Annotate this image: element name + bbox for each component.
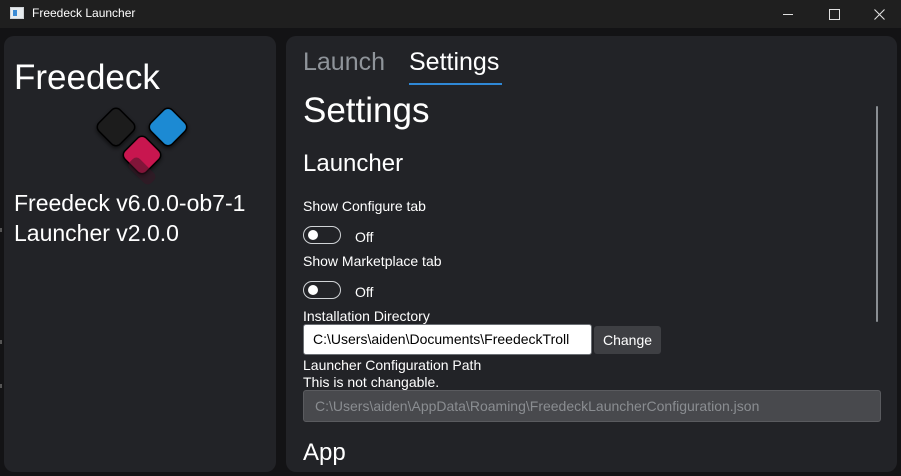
launcher-section-heading: Launcher bbox=[303, 150, 404, 177]
install-dir-label: Installation Directory bbox=[303, 308, 430, 324]
edge-mark bbox=[0, 340, 2, 344]
close-button[interactable] bbox=[857, 0, 901, 28]
page-title: Settings bbox=[303, 91, 430, 130]
maximize-icon bbox=[828, 8, 840, 20]
freedeck-version: Freedeck v6.0.0-ob7-1 bbox=[14, 190, 246, 216]
show-configure-label: Show Configure tab bbox=[303, 198, 426, 214]
show-configure-state: Off bbox=[355, 229, 374, 245]
toggle-knob bbox=[308, 285, 318, 295]
minimize-button[interactable] bbox=[765, 0, 811, 28]
active-tab-indicator bbox=[409, 83, 502, 85]
sidebar-panel: Freedeck Freedeck v6.0.0-ob7-1 Launcher … bbox=[4, 36, 276, 472]
freedeck-logo bbox=[96, 107, 188, 185]
tab-settings[interactable]: Settings bbox=[409, 48, 499, 77]
window-title: Freedeck Launcher bbox=[32, 6, 136, 20]
scrollbar[interactable] bbox=[876, 106, 878, 322]
close-icon bbox=[873, 8, 885, 20]
app-icon bbox=[10, 7, 24, 19]
config-path-note: This is not changable. bbox=[303, 374, 440, 390]
show-marketplace-toggle[interactable] bbox=[303, 281, 341, 299]
change-dir-button[interactable]: Change bbox=[594, 326, 661, 354]
toggle-knob bbox=[308, 230, 318, 240]
main-panel: Launch Settings Settings Launcher Show C… bbox=[286, 36, 897, 472]
app-section-heading: App bbox=[303, 439, 346, 466]
edge-mark bbox=[0, 228, 2, 232]
install-dir-input[interactable]: C:\Users\aiden\Documents\FreedeckTroll bbox=[303, 324, 592, 355]
show-marketplace-state: Off bbox=[355, 284, 374, 300]
config-path-field: C:\Users\aiden\AppData\Roaming\FreedeckL… bbox=[303, 390, 881, 422]
launcher-version: Launcher v2.0.0 bbox=[14, 220, 179, 246]
config-path-label: Launcher Configuration Path bbox=[303, 357, 482, 373]
title-bar[interactable]: Freedeck Launcher bbox=[0, 0, 901, 28]
show-configure-toggle[interactable] bbox=[303, 226, 341, 244]
maximize-button[interactable] bbox=[811, 0, 857, 28]
brand-title: Freedeck bbox=[14, 58, 160, 97]
show-marketplace-label: Show Marketplace tab bbox=[303, 253, 442, 269]
minimize-icon bbox=[783, 13, 793, 15]
launcher-window: Freedeck Launcher Freedeck Freedeck v6.0… bbox=[0, 0, 901, 476]
edge-mark bbox=[0, 384, 2, 388]
tab-launch[interactable]: Launch bbox=[303, 48, 385, 77]
